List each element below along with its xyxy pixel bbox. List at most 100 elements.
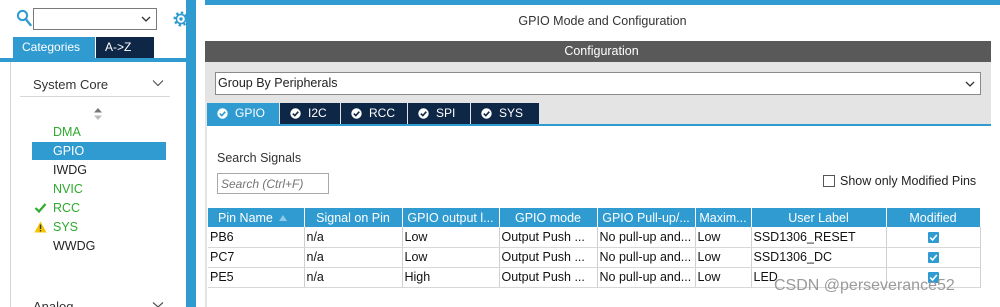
column-header-pin-name[interactable]: Pin Name [208,208,305,227]
gpio-signals-table: Pin Name Signal on Pin GPIO output l... … [208,208,981,288]
tab-i2c[interactable]: I2C [280,103,340,124]
show-modified-label: Show only Modified Pins [840,174,977,188]
chevron-down-icon[interactable] [152,78,164,88]
cell-user-label: SSD1306_DC [751,247,887,268]
search-icon[interactable] [16,9,32,27]
group-by-value: Group By Peripherals [218,76,338,90]
column-header-pull[interactable]: GPIO Pull-up/... [597,208,696,227]
tab-label: I2C [308,106,327,120]
tab-categories[interactable]: Categories [13,37,95,58]
cell-signal: n/a [304,247,403,268]
column-header-modified[interactable]: Modified [886,208,981,227]
checkmark-icon [34,203,47,214]
check-circle-icon [351,108,362,119]
configuration-header: Configuration [205,41,998,62]
right-scrollbar[interactable] [991,41,1000,307]
cell-output: Low [402,227,500,248]
tab-spi[interactable]: SPI [408,103,470,124]
tab-sys[interactable]: SYS [471,103,539,124]
show-modified-checkbox[interactable] [823,175,835,187]
cell-pull: No pull-up and... [597,247,696,268]
check-circle-icon [290,108,301,119]
warning-icon [34,221,47,233]
tab-label: RCC [369,106,395,120]
chevron-down-icon[interactable] [140,13,152,25]
cell-pull: No pull-up and... [597,227,696,248]
search-signals-label: Search Signals [217,151,302,165]
peripheral-label: RCC [53,201,81,215]
category-header-system-core[interactable]: System Core [20,73,170,97]
checkmark-icon [929,234,937,242]
table-row[interactable]: PB6 n/a Low Output Push ... No pull-up a… [208,227,981,248]
search-signals-input[interactable] [218,174,328,193]
sort-arrows-icon[interactable] [93,107,103,121]
group-by-select[interactable]: Group By Peripherals [215,72,981,95]
panel-splitter[interactable] [186,0,196,307]
top-accent-bar [205,0,1000,5]
peripheral-label: DMA [53,125,81,139]
column-header-output-level[interactable]: GPIO output l... [402,208,500,227]
check-circle-icon [418,108,429,119]
peripheral-label: IWDG [53,163,88,177]
configuration-area: Configuration Group By Peripherals GPIO [205,41,998,307]
category-header-analog[interactable]: Analog [33,299,73,307]
tab-a-to-z[interactable]: A->Z [96,37,154,58]
chevron-down-icon[interactable] [964,78,976,90]
cell-speed: Low [695,267,752,288]
cell-pull: No pull-up and... [597,267,696,288]
cell-speed: Low [695,247,752,268]
right-panel: GPIO Mode and Configuration Configuratio… [205,0,1000,307]
cell-modified [886,227,981,248]
sort-ascending-icon [278,215,287,222]
category-label: System Core [33,77,109,92]
cell-pin: PC7 [208,247,305,268]
cell-pin: PE5 [208,267,305,288]
peripheral-item-dma[interactable]: DMA [32,123,166,141]
peripheral-label: GPIO [53,144,85,158]
column-header-mode[interactable]: GPIO mode [499,208,598,227]
cell-output: High [402,267,500,288]
tab-label: SPI [436,106,456,120]
peripheral-item-iwdg[interactable]: IWDG [32,161,166,179]
tab-rcc[interactable]: RCC [341,103,407,124]
peripheral-label: SYS [53,220,79,234]
peripheral-item-rcc[interactable]: RCC [32,199,166,217]
cell-mode: Output Push ... [499,227,598,248]
table-header-row: Pin Name Signal on Pin GPIO output l... … [208,208,981,227]
peripheral-search-combobox[interactable] [33,8,157,30]
panel-gap [196,0,205,307]
cell-mode: Output Push ... [499,247,598,268]
peripheral-item-wwdg[interactable]: WWDG [32,237,166,255]
peripheral-item-gpio[interactable]: GPIO [32,142,166,160]
peripheral-search-row [0,6,196,32]
tab-gpio[interactable]: GPIO [207,103,279,124]
check-circle-icon [481,108,492,119]
cell-signal: n/a [304,227,403,248]
tab-label: GPIO [235,106,266,120]
cell-pin: PB6 [208,227,305,248]
peripheral-item-sys[interactable]: SYS [32,218,166,236]
cell-speed: Low [695,227,752,248]
tab-label: SYS [499,106,524,120]
column-header-signal[interactable]: Signal on Pin [304,208,403,227]
modified-checkbox[interactable] [927,252,939,264]
modified-checkbox[interactable] [927,231,939,243]
check-circle-icon [217,108,228,119]
cell-signal: n/a [304,267,403,288]
checkmark-icon [929,254,937,262]
watermark: CSDN @perseverance52 [774,277,955,294]
left-panel: Categories A->Z System Core DMA GPIO IWD… [0,0,196,307]
column-header-max-speed[interactable]: Maxim... [695,208,752,227]
column-header-user-label[interactable]: User Label [751,208,887,227]
page-title: GPIO Mode and Configuration [205,6,1000,36]
table-row[interactable]: PC7 n/a Low Output Push ... No pull-up a… [208,247,981,268]
cell-output: Low [402,247,500,268]
peripheral-label: WWDG [53,239,96,253]
search-signals-field[interactable] [217,173,329,194]
cell-user-label: SSD1306_RESET [751,227,887,248]
cell-mode: Output Push ... [499,267,598,288]
cell-modified [886,247,981,268]
peripheral-item-nvic[interactable]: NVIC [32,180,166,198]
column-header-label: Pin Name [218,210,273,225]
chevron-down-icon[interactable] [152,302,164,307]
